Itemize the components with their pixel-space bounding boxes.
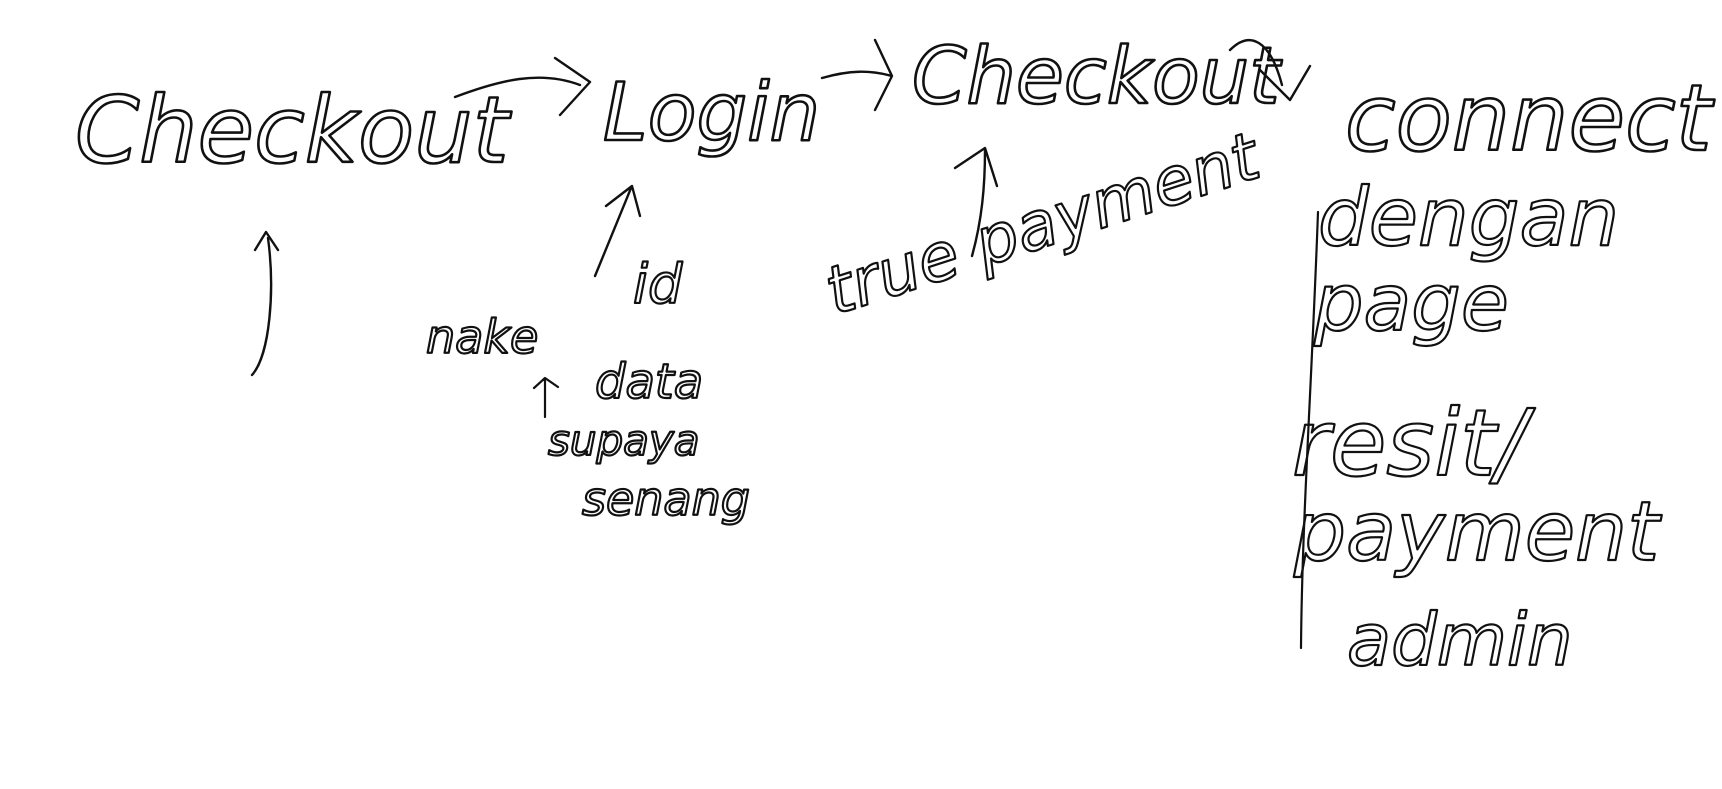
note-dengan: dengan: [1318, 171, 1619, 264]
note-nake: nake: [426, 310, 538, 364]
note-admin: admin: [1347, 598, 1573, 682]
note-data: data: [595, 354, 703, 410]
note-resit: resit/: [1292, 390, 1536, 497]
note-payment: payment: [1293, 485, 1662, 580]
note-page: page: [1313, 259, 1509, 349]
flow-checkout-2: Checkout: [912, 32, 1282, 122]
note-senang: senang: [582, 472, 750, 526]
flow-checkout-1: Checkout: [75, 77, 512, 184]
flow-connect: connect: [1345, 65, 1715, 172]
note-supaya: supaya: [548, 416, 700, 465]
flow-login: Login: [603, 66, 820, 159]
note-id: id: [633, 253, 683, 316]
whiteboard-canvas: Checkout Login Checkout connect id nake …: [0, 0, 1722, 789]
